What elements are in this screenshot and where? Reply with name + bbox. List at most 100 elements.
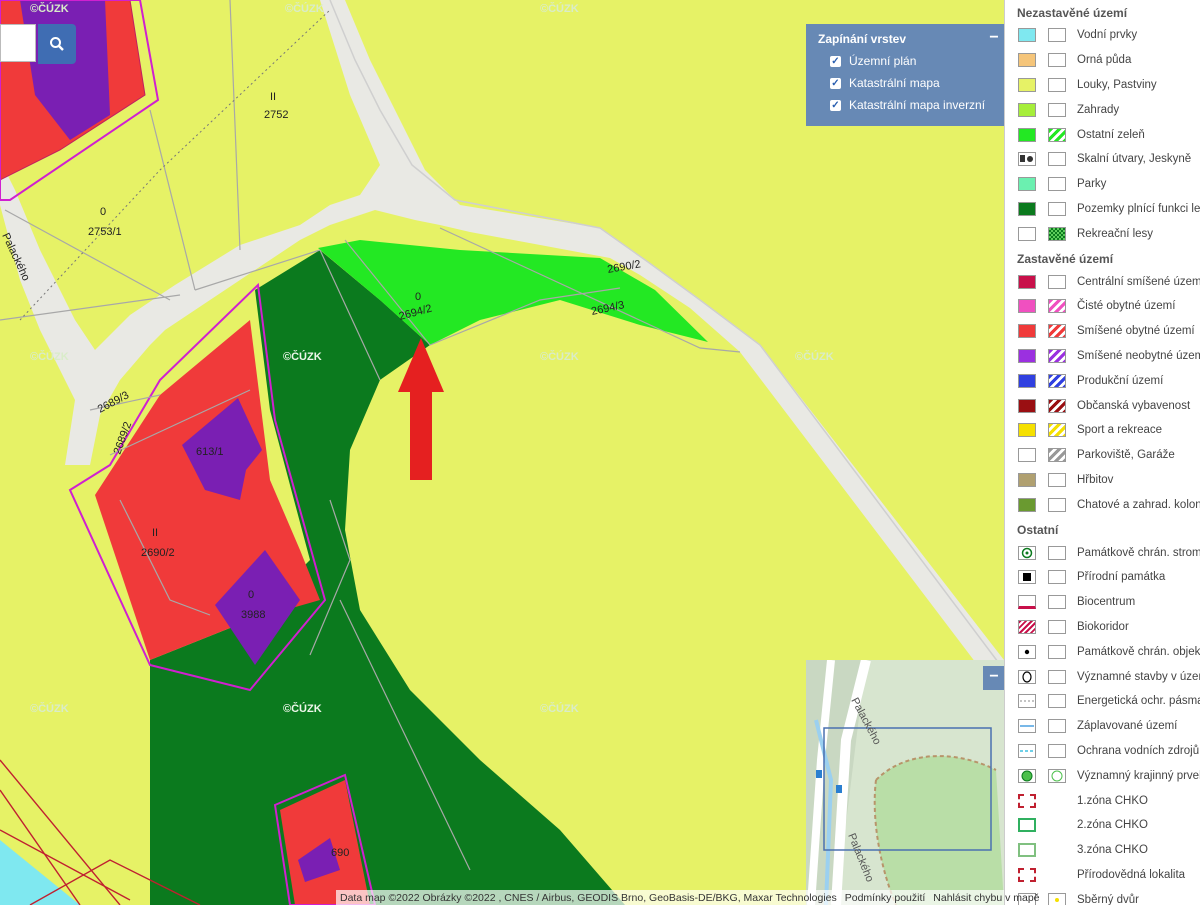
darkred-hatch-icon xyxy=(1048,398,1066,413)
terms-link[interactable]: Podmínky použití xyxy=(841,892,930,904)
land-use-code: 0 xyxy=(415,291,421,303)
legend-item: Občanská vybavenost xyxy=(1005,393,1200,418)
legend-item: Louky, Pastviny xyxy=(1005,73,1200,98)
legend-item: Centrální smíšené území xyxy=(1005,269,1200,294)
svg-text:©ČÚZK: ©ČÚZK xyxy=(30,350,69,363)
layer-toggle-katastralni-mapa[interactable]: ✓ Katastrální mapa xyxy=(818,72,992,94)
layer-label: Katastrální mapa inverzní xyxy=(849,98,986,112)
search-input[interactable] xyxy=(0,24,36,62)
legend-item: Přírodní památka xyxy=(1005,565,1200,590)
legend-section-title: Zastavěné území xyxy=(1017,252,1114,267)
legend-item: Čisté obytné území xyxy=(1005,294,1200,319)
flood-icon xyxy=(1018,719,1036,734)
land-use-code: II xyxy=(152,527,158,539)
layer-toggle-uzemni-plan[interactable]: ✓ Územní plán xyxy=(818,50,992,72)
legend-item: Památkově chrán. strom xyxy=(1005,540,1200,565)
landscape-icon xyxy=(1018,768,1036,783)
blue-hatch-icon xyxy=(1048,373,1066,388)
svg-text:©ČÚZK: ©ČÚZK xyxy=(285,2,324,15)
search-icon xyxy=(50,37,64,51)
legend-item: Biocentrum xyxy=(1005,590,1200,615)
collection-dot-icon xyxy=(1048,892,1066,905)
legend-item: Produkční území xyxy=(1005,368,1200,393)
svg-text:©ČÚZK: ©ČÚZK xyxy=(30,2,69,15)
svg-text:©ČÚZK: ©ČÚZK xyxy=(30,702,69,715)
parcel-label: 3988 xyxy=(241,609,265,621)
biokoridor-icon xyxy=(1018,619,1036,634)
svg-text:©ČÚZK: ©ČÚZK xyxy=(540,2,579,15)
legend-item: Skalní útvary, Jeskyně xyxy=(1005,147,1200,172)
legend-item: Ostatní zeleň xyxy=(1005,122,1200,147)
overview-minimap[interactable]: Palackého Palackého xyxy=(806,660,1004,905)
legend-item: 1.zóna CHKO xyxy=(1005,788,1200,813)
minimap-collapse-button[interactable]: − xyxy=(983,666,1005,690)
legend-item: Parkoviště, Garáže xyxy=(1005,443,1200,468)
land-use-code: II xyxy=(270,91,276,103)
biocentrum-icon xyxy=(1018,595,1036,610)
parcel-label: 613/1 xyxy=(196,446,224,458)
legend-item: Významný krajinný prvek xyxy=(1005,763,1200,788)
grey-hatch-icon xyxy=(1048,448,1066,463)
parcel-label: 690 xyxy=(331,847,349,859)
legend-item: Hřbitov xyxy=(1005,468,1200,493)
water-protection-icon xyxy=(1018,743,1036,758)
legend-item: 2.zóna CHKO xyxy=(1005,813,1200,838)
svg-text:©ČÚZK: ©ČÚZK xyxy=(283,702,322,715)
report-error-link[interactable]: Nahlásit chybu v mapě xyxy=(929,892,1043,904)
dark-green-check-icon xyxy=(1048,226,1066,241)
dot-icon xyxy=(1018,644,1036,659)
legend-item: Sport a rekreace xyxy=(1005,418,1200,443)
rock-icon xyxy=(1018,152,1036,167)
layer-label: Územní plán xyxy=(849,54,917,68)
checkbox-checked-icon[interactable]: ✓ xyxy=(830,55,841,67)
legend-item: Pozemky plnící funkci lesa xyxy=(1005,197,1200,222)
red-hatch-icon xyxy=(1048,324,1066,339)
legend-item: Energetická ochr. pásma xyxy=(1005,689,1200,714)
parcel-label: 2752 xyxy=(264,109,288,121)
layer-switcher-title: Zapínání vrstev xyxy=(818,32,907,46)
pink-hatch-icon xyxy=(1048,299,1066,314)
minimap-canvas: Palackého Palackého xyxy=(806,660,1004,905)
search-button[interactable] xyxy=(38,24,76,64)
legend-item: Biokoridor xyxy=(1005,615,1200,640)
landscape-outline-icon xyxy=(1048,768,1066,783)
checkbox-checked-icon[interactable]: ✓ xyxy=(830,99,841,111)
layer-switcher-collapse-button[interactable]: − xyxy=(983,27,1005,51)
legend-item: Ochrana vodních zdrojů xyxy=(1005,739,1200,764)
oval-icon xyxy=(1018,669,1036,684)
legend-item: Parky xyxy=(1005,172,1200,197)
zone1-icon xyxy=(1018,793,1036,808)
layer-toggle-katastralni-mapa-inverzni[interactable]: ✓ Katastrální mapa inverzní xyxy=(818,94,992,116)
layer-switcher-panel: Zapínání vrstev ✓ Územní plán ✓ Katastrá… xyxy=(806,24,1004,126)
legend-section-title: Nezastavěné území xyxy=(1017,6,1128,20)
parcel-label: 2690/2 xyxy=(141,547,175,559)
checkbox-checked-icon[interactable]: ✓ xyxy=(830,77,841,89)
svg-text:©ČÚZK: ©ČÚZK xyxy=(540,702,579,715)
land-use-code: 0 xyxy=(248,589,254,601)
square-black-icon xyxy=(1018,570,1036,585)
legend-item: Zahrady xyxy=(1005,97,1200,122)
legend-section-title: Ostatní xyxy=(1017,523,1059,538)
legend-item: Přírodovědná lokalita xyxy=(1005,863,1200,888)
yellow-hatch-icon xyxy=(1048,423,1066,438)
zone3-icon xyxy=(1018,843,1036,858)
legend-item: Orná půda xyxy=(1005,48,1200,73)
map-attribution: Data map ©2022 Obrázky ©2022 , CNES / Ai… xyxy=(336,890,1040,905)
legend-item: Smíšené obytné území xyxy=(1005,319,1200,344)
purple-hatch-icon xyxy=(1048,348,1066,363)
svg-text:©ČÚZK: ©ČÚZK xyxy=(540,350,579,363)
svg-text:©ČÚZK: ©ČÚZK xyxy=(283,350,322,363)
layer-label: Katastrální mapa xyxy=(849,76,940,90)
legend-item: Památkově chrán. objekty xyxy=(1005,639,1200,664)
legend-item: Významné stavby v území xyxy=(1005,664,1200,689)
legend-item: Vodní prvky xyxy=(1005,23,1200,48)
legend-item: Chatové a zahrad. kolonie xyxy=(1005,492,1200,517)
green-hatch-icon xyxy=(1048,127,1066,142)
legend-item: Smíšené neobytné území xyxy=(1005,344,1200,369)
zone2-icon xyxy=(1018,818,1036,833)
attribution-text: Data map ©2022 Obrázky ©2022 , CNES / Ai… xyxy=(340,891,837,904)
svg-text:©ČÚZK: ©ČÚZK xyxy=(795,350,834,363)
dashed-line-icon xyxy=(1018,694,1036,709)
tree-icon xyxy=(1018,545,1036,560)
legend-item: Záplavované území xyxy=(1005,714,1200,739)
